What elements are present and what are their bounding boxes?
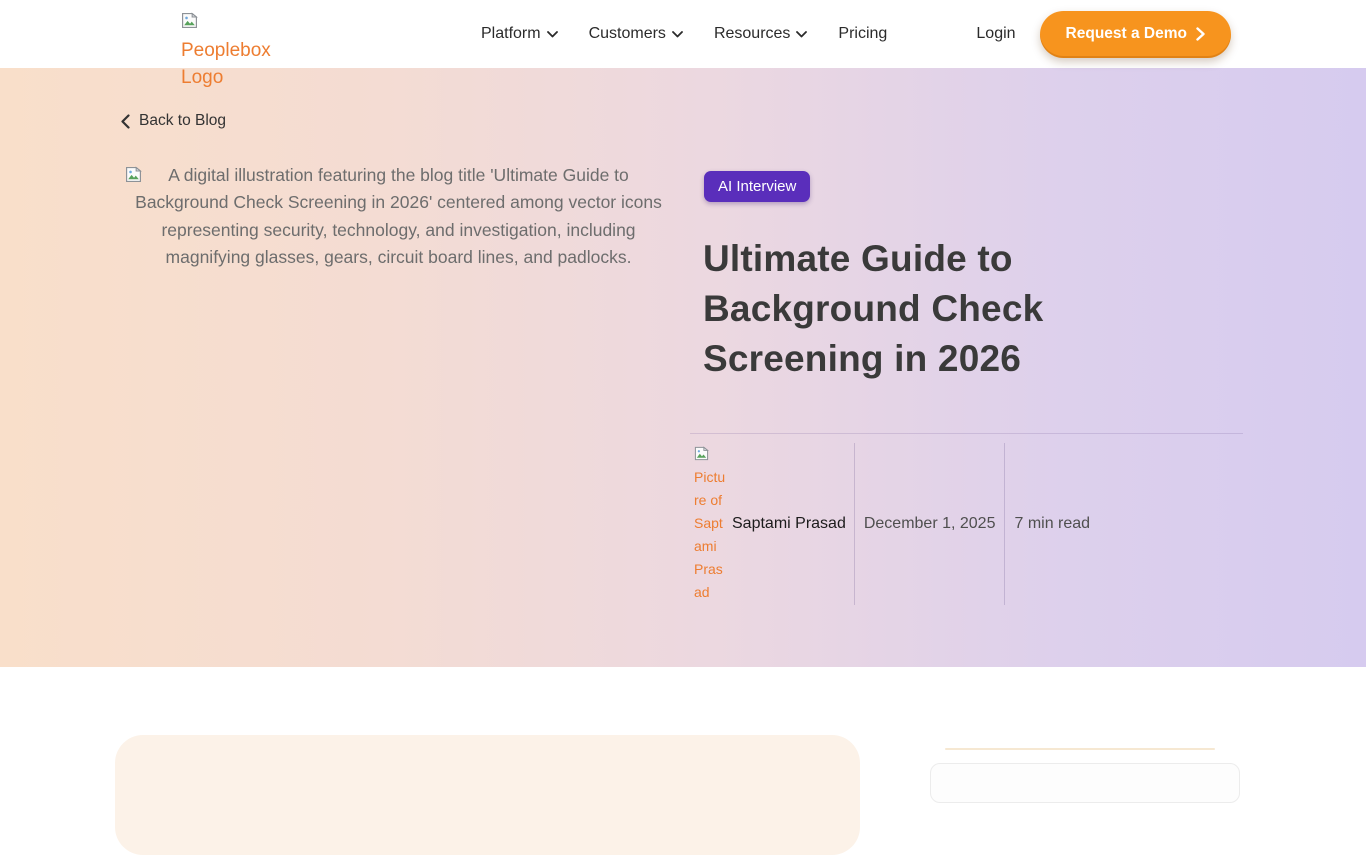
- nav-item-label: Customers: [589, 25, 666, 43]
- login-link[interactable]: Login: [976, 25, 1015, 43]
- chevron-down-icon: [547, 31, 558, 38]
- article-hero-section: Back to Blog A digital illustration feat…: [0, 68, 1366, 667]
- broken-image-icon: [181, 10, 198, 37]
- nav-item-label: Pricing: [838, 25, 887, 43]
- logo-link[interactable]: Peoplebox Logo: [181, 8, 287, 91]
- article-content-card: [115, 735, 860, 855]
- back-to-blog-label: Back to Blog: [139, 112, 226, 130]
- request-demo-button[interactable]: Request a Demo: [1040, 11, 1231, 58]
- chevron-down-icon: [796, 31, 807, 38]
- post-title: Ultimate Guide to Background Check Scree…: [703, 234, 1123, 384]
- back-to-blog-link[interactable]: Back to Blog: [121, 112, 226, 130]
- sidebar-card: [930, 763, 1240, 803]
- main-nav: Platform Customers Resources Pricing: [481, 0, 887, 68]
- article-body-section: [0, 667, 1366, 768]
- navbar: Peoplebox Logo Platform Customers Resour…: [0, 0, 1366, 68]
- publish-date: December 1, 2025: [855, 515, 1005, 533]
- nav-item-label: Resources: [714, 25, 790, 43]
- nav-item-pricing[interactable]: Pricing: [838, 25, 887, 43]
- author-name[interactable]: Saptami Prasad: [727, 515, 854, 533]
- author-meta-row: Picture of Saptami Prasad Saptami Prasad…: [694, 443, 1099, 605]
- nav-item-customers[interactable]: Customers: [589, 25, 683, 43]
- hero-image-alt-text: A digital illustration featuring the blo…: [135, 165, 662, 267]
- nav-item-label: Platform: [481, 25, 541, 43]
- author-avatar-alt-text: Picture of Saptami Prasad: [694, 469, 725, 600]
- read-time: 7 min read: [1005, 515, 1099, 533]
- hero-image-broken: A digital illustration featuring the blo…: [120, 162, 677, 271]
- nav-item-resources[interactable]: Resources: [714, 25, 807, 43]
- logo-alt-text: Peoplebox Logo: [181, 40, 271, 88]
- chevron-left-icon: [121, 114, 130, 129]
- broken-image-icon: [125, 166, 142, 183]
- request-demo-label: Request a Demo: [1066, 25, 1187, 43]
- nav-item-platform[interactable]: Platform: [481, 25, 558, 43]
- author-avatar-broken: Picture of Saptami Prasad: [694, 443, 727, 605]
- broken-image-icon: [694, 446, 709, 461]
- sidebar-accent-line: [945, 748, 1215, 750]
- chevron-down-icon: [672, 31, 683, 38]
- nav-right-group: Login Request a Demo: [976, 0, 1231, 68]
- chevron-right-icon: [1196, 27, 1205, 41]
- category-badge[interactable]: AI Interview: [704, 171, 810, 202]
- title-divider: [690, 433, 1243, 434]
